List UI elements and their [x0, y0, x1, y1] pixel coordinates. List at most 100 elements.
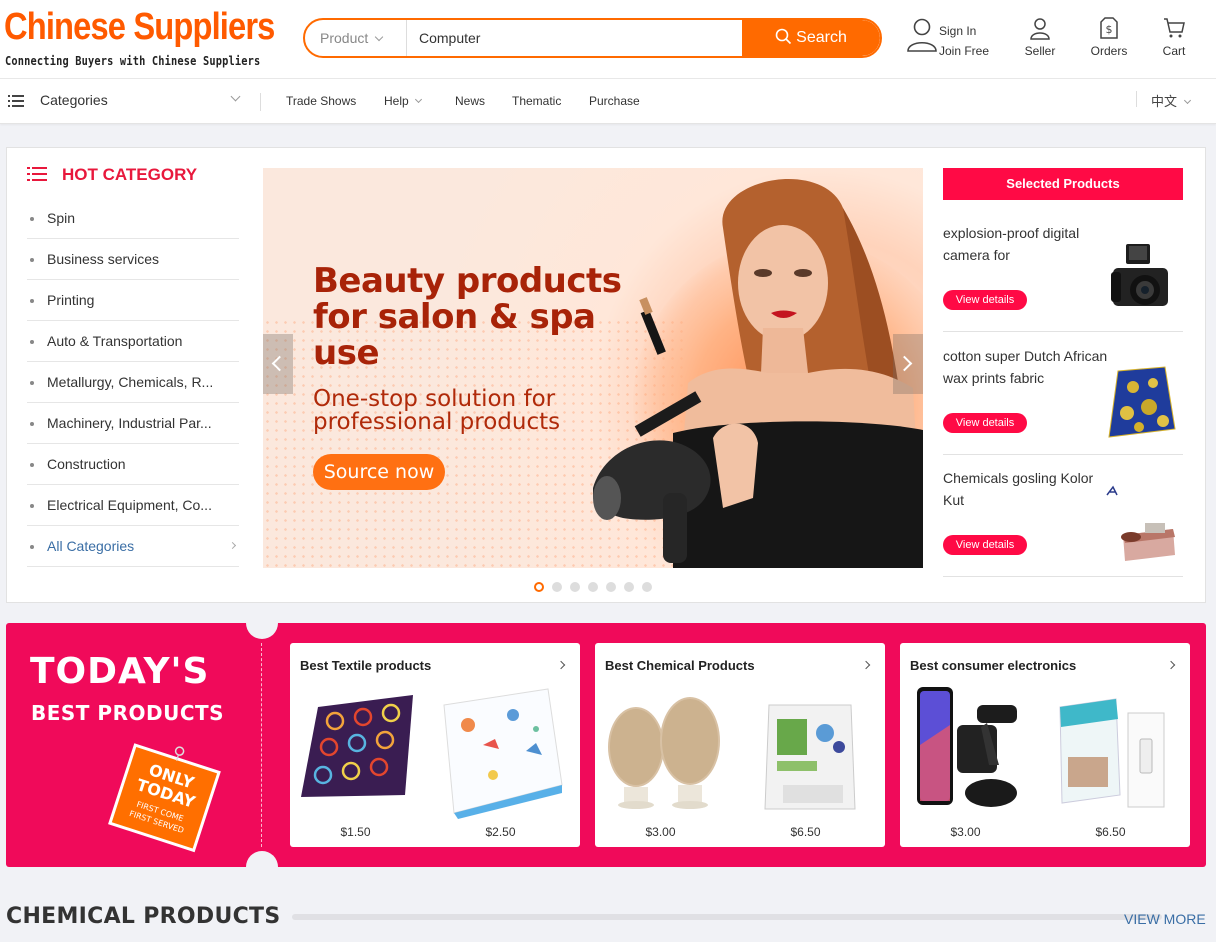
- pagination-dot[interactable]: [642, 582, 652, 592]
- nav-link-help[interactable]: Help: [384, 94, 422, 108]
- cart-label: Cart: [1162, 44, 1186, 58]
- site-logo[interactable]: Chinese Suppliers: [4, 4, 275, 50]
- svg-text:$: $: [1106, 23, 1113, 36]
- pagination-dot[interactable]: [534, 582, 544, 592]
- category-item[interactable]: Metallurgy, Chemicals, R...: [27, 362, 239, 403]
- best-products-card[interactable]: Best consumer electronics $3.00 $6.50: [900, 643, 1190, 847]
- product-price: $3.00: [645, 825, 676, 839]
- chevron-right-icon[interactable]: [1166, 660, 1176, 670]
- banner-prev-button[interactable]: [263, 334, 293, 394]
- nav-link-news[interactable]: News: [455, 94, 485, 108]
- pagination-dot[interactable]: [552, 582, 562, 592]
- view-details-button[interactable]: View details: [943, 413, 1027, 433]
- category-label: Business services: [47, 251, 160, 267]
- all-categories-link[interactable]: All Categories: [27, 526, 239, 567]
- category-label: Construction: [47, 456, 126, 472]
- selected-product-name: explosion-proof digital camera for: [943, 225, 1080, 263]
- todays-best-section: TODAY'S BEST PRODUCTS ONLY TODAY FIRST C…: [6, 607, 1206, 883]
- search-button[interactable]: Search: [742, 20, 880, 56]
- search-category-label: Product: [320, 30, 369, 46]
- bullet-icon: [30, 545, 34, 549]
- account-links: Sign In Join Free: [939, 21, 989, 61]
- camera-image: [1111, 244, 1168, 306]
- search-category-select[interactable]: Product: [305, 20, 407, 56]
- model-image: [593, 179, 923, 568]
- categories-label: Categories: [40, 92, 108, 108]
- category-item[interactable]: Spin: [27, 198, 239, 239]
- search-button-label: Search: [796, 29, 847, 46]
- selected-product-name: Chemicals gosling Kolor Kut: [943, 470, 1094, 508]
- pagination-dot[interactable]: [588, 582, 598, 592]
- view-details-button[interactable]: View details: [943, 290, 1027, 310]
- seller-link[interactable]: Seller: [1010, 16, 1070, 58]
- chevron-down-icon: [375, 32, 384, 42]
- nav-link-purchase[interactable]: Purchase: [589, 94, 640, 108]
- nav-link-help-label: Help: [384, 94, 409, 108]
- menu-icon: [8, 95, 24, 107]
- selected-products-heading: Selected Products: [943, 168, 1183, 200]
- selected-product-item[interactable]: cotton super Dutch African wax prints fa…: [943, 333, 1183, 455]
- hot-category-title: HOT CATEGORY: [62, 165, 198, 184]
- seller-icon: [1030, 18, 1050, 40]
- chemical-kit-image: [1106, 485, 1175, 561]
- nav-link-trade-shows[interactable]: Trade Shows: [286, 94, 356, 108]
- bullet-icon: [30, 217, 34, 221]
- category-item[interactable]: Construction: [27, 444, 239, 485]
- sign-in-link[interactable]: Sign In: [939, 21, 989, 41]
- banner-subline: One-stop solution for professional produ…: [313, 386, 561, 435]
- hot-category-list: Spin Business services Printing Auto & T…: [27, 198, 239, 567]
- chemical-products-heading: CHEMICAL PRODUCTS: [6, 904, 281, 929]
- orders-icon: $: [1100, 17, 1118, 39]
- orders-link[interactable]: $ Orders: [1079, 16, 1139, 58]
- banner-next-button[interactable]: [893, 334, 923, 394]
- smart-switch: [1059, 698, 1165, 808]
- category-label: Spin: [47, 210, 76, 226]
- search-icon: [775, 28, 792, 45]
- nav-link-thematic[interactable]: Thematic: [512, 94, 561, 108]
- bullet-icon: [30, 299, 34, 303]
- category-item[interactable]: Electrical Equipment, Co...: [27, 485, 239, 526]
- join-free-link[interactable]: Join Free: [939, 41, 989, 61]
- bullet-icon: [30, 504, 34, 508]
- ticket-notch: [246, 851, 278, 883]
- bullet-icon: [30, 340, 34, 344]
- best-products-card[interactable]: Best Chemical Products $3.00 $6.50: [595, 643, 885, 847]
- product-price: $1.50: [340, 825, 371, 839]
- product-price: $3.00: [950, 825, 981, 839]
- chemical-bag: [764, 704, 856, 810]
- todays-title: TODAY'S: [30, 651, 210, 692]
- category-item[interactable]: Auto & Transportation: [27, 321, 239, 362]
- selected-product-item[interactable]: explosion-proof digital camera for View …: [943, 210, 1183, 332]
- pagination-dot[interactable]: [570, 582, 580, 592]
- category-label: Metallurgy, Chemicals, R...: [47, 374, 214, 390]
- cart-link[interactable]: Cart: [1144, 16, 1204, 58]
- view-more-link[interactable]: VIEW MORE: [1124, 911, 1206, 927]
- category-item[interactable]: Business services: [27, 239, 239, 280]
- selected-product-item[interactable]: Chemicals gosling Kolor Kut View details: [943, 455, 1183, 577]
- chevron-left-icon: [271, 355, 288, 372]
- pagination-dot[interactable]: [606, 582, 616, 592]
- list-icon: [27, 167, 47, 181]
- user-icon[interactable]: [905, 16, 939, 54]
- resin-granules: [608, 697, 720, 809]
- chevron-right-icon[interactable]: [861, 660, 871, 670]
- category-label: All Categories: [47, 538, 135, 554]
- nav-divider: [1136, 91, 1137, 107]
- site-tagline: Connecting Buyers with Chinese Suppliers: [5, 54, 261, 68]
- source-now-button[interactable]: Source now: [313, 454, 445, 490]
- bullet-icon: [30, 422, 34, 426]
- chevron-right-icon: [896, 355, 913, 372]
- pagination-dot[interactable]: [624, 582, 634, 592]
- chevron-right-icon[interactable]: [556, 660, 566, 670]
- chevron-right-icon: [228, 541, 237, 550]
- card-title: Best consumer electronics: [910, 658, 1077, 673]
- view-details-button[interactable]: View details: [943, 535, 1027, 555]
- hero-banner[interactable]: Beauty products for salon & spa use One-…: [263, 168, 923, 568]
- category-item[interactable]: Machinery, Industrial Par...: [27, 403, 239, 444]
- card-title: Best Textile products: [300, 658, 432, 673]
- search-input[interactable]: [419, 20, 739, 56]
- category-label: Machinery, Industrial Par...: [47, 415, 212, 431]
- best-products-card[interactable]: Best Textile products $1.50 $2.50: [290, 643, 580, 847]
- language-select[interactable]: 中文: [1151, 91, 1192, 110]
- category-item[interactable]: Printing: [27, 280, 239, 321]
